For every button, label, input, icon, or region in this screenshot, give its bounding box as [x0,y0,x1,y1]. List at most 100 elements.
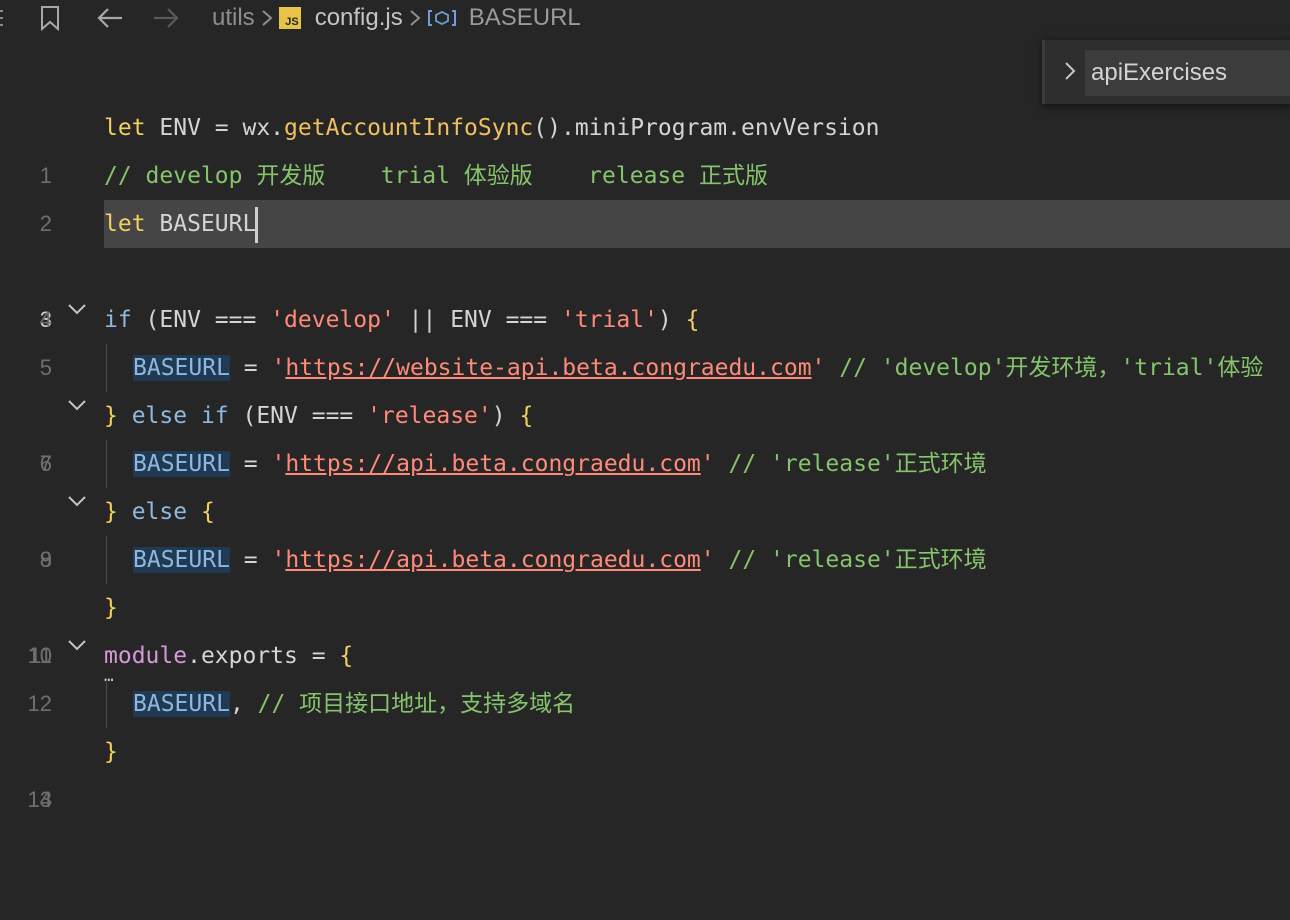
token-variable-highlight: BASEURL [133,451,230,477]
token-keyword: else [117,499,188,525]
code-line[interactable]: 10 BASEURL = 'https://api.beta.congraedu… [0,536,1290,668]
token-text: ENV = wx. [145,115,285,141]
token-string: ' [811,355,826,381]
token-string: ' [700,547,715,573]
find-widget: apiExercises [1042,40,1290,104]
token-comment: // 'release'正式环境 [714,451,987,477]
line-number: 14 [27,787,52,812]
chevron-down-icon[interactable] [66,632,88,658]
code-text: BASEURL, // 项目接口地址，支持多域名 [133,680,575,728]
code-line[interactable]: 7 } else if (ENV === 'release') { [0,392,1290,476]
token-string: ' [271,355,286,381]
token-comment: // 'release'正式环境 [714,547,987,573]
chevron-down-icon[interactable] [66,392,88,418]
indent-guide [106,344,107,392]
editor-navigation-bar: utils JS config.js BASEURL [0,0,1290,36]
token-brace: { [339,643,354,669]
token-url-link[interactable]: https://website-api.beta.congraedu.com [285,355,811,381]
bookmark-icon[interactable] [36,4,64,32]
code-text: BASEURL = 'https://website-api.beta.cong… [133,344,1263,392]
fold-ellipsis[interactable]: … [104,668,114,684]
breadcrumb-file[interactable]: config.js [315,4,403,32]
token-text: ().miniProgram.envVersion [533,115,880,141]
token-string: ' [271,451,286,477]
token-text: , [229,691,244,717]
text-cursor [255,206,259,243]
code-line[interactable]: 12 module.exports = { … [0,632,1290,716]
code-text: let ENV = wx.getAccountInfoSync().miniPr… [104,104,879,152]
token-brace: } [104,739,118,765]
token-keyword: else if [117,403,229,429]
token-url-link[interactable]: https://api.beta.congraedu.com [285,547,700,573]
indent-guide [106,680,107,728]
token-string: ' [271,547,286,573]
indent-guide [106,440,107,488]
indent-guide [106,536,107,584]
token-text: = [229,547,272,573]
code-text: let BASEURL [104,200,259,248]
breadcrumb-folder[interactable]: utils [212,4,255,32]
code-line[interactable]: 8 BASEURL = 'https://api.beta.congraedu.… [0,440,1290,572]
token-text: = [229,451,272,477]
token-keyword: let [104,211,146,237]
code-text: module.exports = { [104,632,353,680]
token-brace: } [104,403,118,429]
code-line[interactable]: 11 } [0,584,1290,668]
token-keyword: if [104,307,132,333]
chevron-right-icon[interactable] [1059,56,1081,86]
window-edge-indicator [0,8,6,28]
token-text: .exports = [187,643,340,669]
token-text: ) [491,403,520,429]
token-variable-highlight: BASEURL [133,355,230,381]
token-text: ) [657,307,686,333]
token-variable-highlight: BASEURL [133,547,230,573]
code-editor[interactable]: 1 let ENV = wx.getAccountInfoSync().mini… [0,104,1290,812]
code-line[interactable]: 9 } else { [0,488,1290,572]
breadcrumb: utils JS config.js BASEURL [212,0,581,36]
token-brace: { [685,307,700,333]
arrow-right-icon[interactable] [152,4,180,32]
code-line-current[interactable]: 3 let BASEURL [0,200,1290,332]
token-string: 'trial' [560,307,658,333]
token-url-link[interactable]: https://api.beta.congraedu.com [285,451,700,477]
token-brace: } [104,595,118,621]
code-line[interactable]: 4 [0,248,1290,332]
chevron-down-icon[interactable] [66,488,88,514]
code-line[interactable]: 13 BASEURL, // 项目接口地址，支持多域名 [0,680,1290,812]
code-line[interactable]: 14 } [0,728,1290,812]
code-line[interactable]: 2 // develop 开发版 trial 体验版 release 正式版 [0,152,1290,236]
token-brace: { [519,403,534,429]
token-brace: { [187,499,215,525]
code-text: } else if (ENV === 'release') { [104,392,533,440]
token-variable: BASEURL [145,211,257,237]
token-function: getAccountInfoSync [284,115,534,141]
token-module: module [104,643,188,669]
chevron-right-icon [261,8,273,28]
token-text: = [229,355,272,381]
find-input[interactable]: apiExercises [1085,50,1290,96]
arrow-left-icon[interactable] [96,4,124,32]
code-line[interactable]: 6 BASEURL = 'https://website-api.beta.co… [0,344,1290,476]
chevron-right-icon [409,8,421,28]
code-text: BASEURL = 'https://api.beta.congraedu.co… [133,440,987,488]
code-text: BASEURL = 'https://api.beta.congraedu.co… [133,536,987,584]
token-string: ' [700,451,715,477]
token-comment: // 'develop'开发环境，'trial'体验 [825,355,1264,381]
js-file-icon: JS [278,7,301,29]
code-line[interactable]: 5 if (ENV === 'develop' || ENV === 'tria… [0,296,1290,380]
current-line-highlight [104,200,1290,248]
breadcrumb-symbol[interactable]: BASEURL [469,4,581,32]
chevron-down-icon[interactable] [66,296,88,322]
code-text: if (ENV === 'develop' || ENV === 'trial'… [104,296,699,344]
token-string: 'release' [367,403,492,429]
token-variable-highlight: BASEURL [133,691,230,717]
token-keyword: let [104,115,146,141]
code-text: } else { [104,488,215,536]
token-comment: // develop 开发版 trial 体验版 release 正式版 [104,163,768,189]
token-string: 'develop' [270,307,395,333]
token-brace: } [104,499,118,525]
variable-icon [427,9,457,27]
code-line[interactable]: 1 let ENV = wx.getAccountInfoSync().mini… [0,104,1290,188]
token-text: (ENV === [131,307,271,333]
token-text: (ENV === [228,403,368,429]
